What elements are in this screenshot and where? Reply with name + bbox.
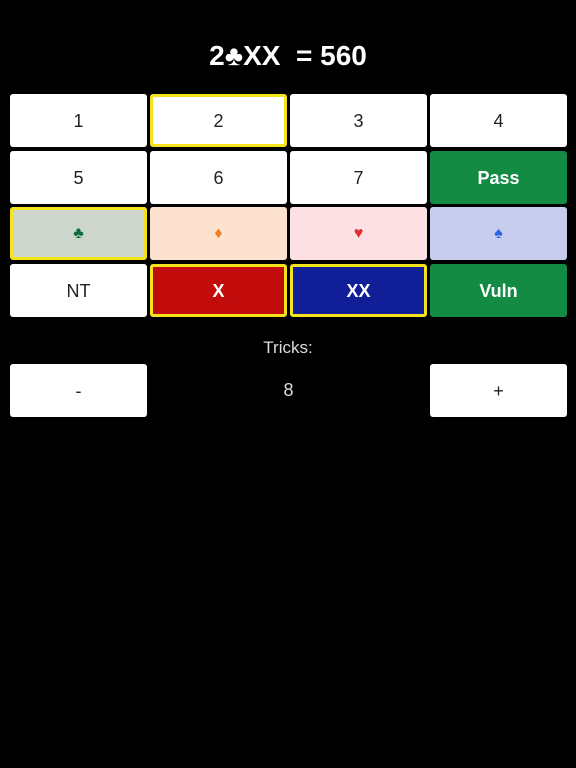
- level-2-button[interactable]: 2: [150, 94, 287, 147]
- pass-button[interactable]: Pass: [430, 151, 567, 204]
- level-1-button[interactable]: 1: [10, 94, 147, 147]
- level-4-button[interactable]: 4: [430, 94, 567, 147]
- tricks-increment-button[interactable]: +: [430, 364, 567, 417]
- level-7-button[interactable]: 7: [290, 151, 427, 204]
- tricks-value: 8: [283, 380, 294, 400]
- level-5-button[interactable]: 5: [10, 151, 147, 204]
- redouble-button[interactable]: XX: [290, 264, 427, 317]
- tricks-decrement-button[interactable]: -: [10, 364, 147, 417]
- contract-score-title: 2♣XX = 560: [209, 40, 367, 71]
- level-6-button[interactable]: 6: [150, 151, 287, 204]
- level-3-button[interactable]: 3: [290, 94, 427, 147]
- club-icon: ♣: [73, 224, 84, 242]
- clubs-button[interactable]: ♣: [10, 207, 147, 260]
- hearts-button[interactable]: ♥: [290, 207, 427, 260]
- spade-icon: ♠: [494, 224, 503, 242]
- no-trump-button[interactable]: NT: [10, 264, 147, 317]
- double-button[interactable]: X: [150, 264, 287, 317]
- tricks-label: Tricks:: [263, 338, 313, 357]
- heart-icon: ♥: [353, 224, 364, 242]
- diamonds-button[interactable]: ♦: [150, 207, 287, 260]
- spades-button[interactable]: ♠: [430, 207, 567, 260]
- diamond-icon: ♦: [214, 224, 223, 242]
- vulnerable-button[interactable]: Vuln: [430, 264, 567, 317]
